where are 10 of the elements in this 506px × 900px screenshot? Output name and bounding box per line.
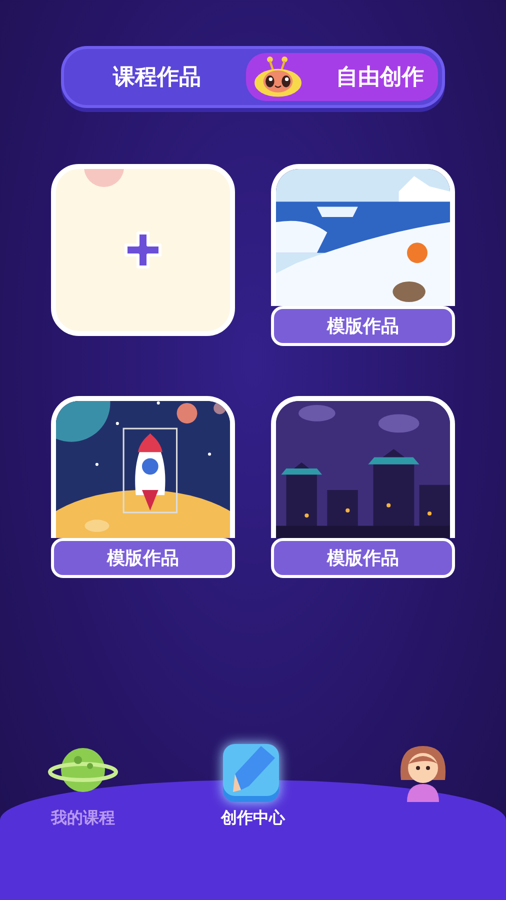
mascot-icon bbox=[252, 55, 304, 99]
nav-item[interactable]: 创作中心 bbox=[208, 740, 298, 900]
tab[interactable]: 自由创作 bbox=[246, 53, 438, 101]
card-label: 模版作品 bbox=[271, 306, 455, 346]
plus-icon bbox=[123, 230, 163, 270]
nav-item[interactable]: 我的课程 bbox=[38, 740, 128, 900]
card-label: 模版作品 bbox=[51, 538, 235, 578]
tab[interactable]: 课程作品 bbox=[68, 53, 246, 101]
card-label: 模版作品 bbox=[271, 538, 455, 578]
new-work-card[interactable] bbox=[51, 164, 235, 336]
